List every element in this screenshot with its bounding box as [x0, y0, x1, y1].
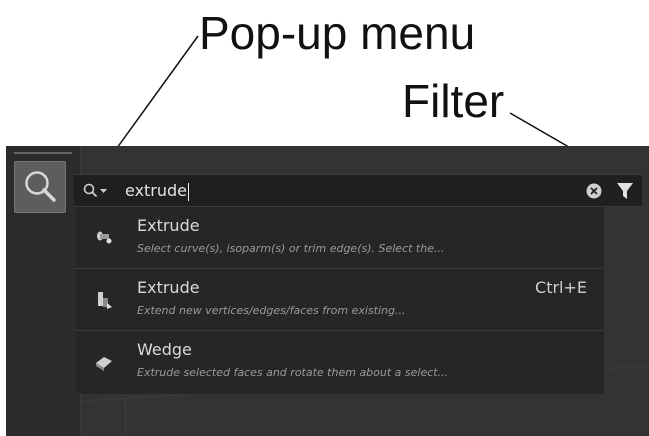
- search-tool-button[interactable]: [14, 161, 66, 213]
- search-results-popup-menu: Extrude Select curve(s), isoparm(s) or t…: [74, 207, 605, 394]
- search-input[interactable]: extrude: [125, 181, 571, 201]
- filter-callout: Filter: [402, 75, 505, 127]
- search-icon: [25, 171, 56, 202]
- result-title: Extrude: [137, 278, 200, 297]
- popup-menu-callout: Pop-up menu: [199, 7, 476, 59]
- funnel-filter-icon: [617, 183, 633, 199]
- result-item[interactable]: Extrude Extend new vertices/edges/faces …: [75, 269, 604, 331]
- result-item[interactable]: Extrude Select curve(s), isoparm(s) or t…: [75, 207, 604, 269]
- result-item[interactable]: Wedge Extrude selected faces and rotate …: [75, 331, 604, 393]
- wedge-icon: [96, 357, 112, 371]
- filter-button[interactable]: [616, 181, 634, 201]
- search-bar[interactable]: extrude: [74, 174, 642, 207]
- maya-search-panel: extrude Extrude Select curve(s), isoparm…: [6, 146, 649, 436]
- result-title: Extrude: [137, 216, 200, 235]
- search-query-text: extrude: [125, 181, 188, 200]
- result-title: Wedge: [137, 340, 192, 359]
- magnifier-dropdown-icon: [83, 183, 107, 197]
- clear-x-icon: [586, 183, 602, 199]
- left-toolbar: [6, 146, 81, 436]
- extrude-curve-icon: [97, 231, 112, 244]
- result-description: Extrude selected faces and rotate them a…: [137, 366, 449, 379]
- text-caret: [188, 182, 190, 201]
- search-scope-dropdown[interactable]: [82, 181, 122, 201]
- clear-search-button[interactable]: [585, 182, 603, 200]
- extrude-polygon-icon: [98, 292, 112, 309]
- result-shortcut: Ctrl+E: [535, 278, 587, 297]
- toolbar-separator: [14, 152, 72, 154]
- result-description: Select curve(s), isoparm(s) or trim edge…: [137, 242, 445, 255]
- result-description: Extend new vertices/edges/faces from exi…: [137, 304, 406, 317]
